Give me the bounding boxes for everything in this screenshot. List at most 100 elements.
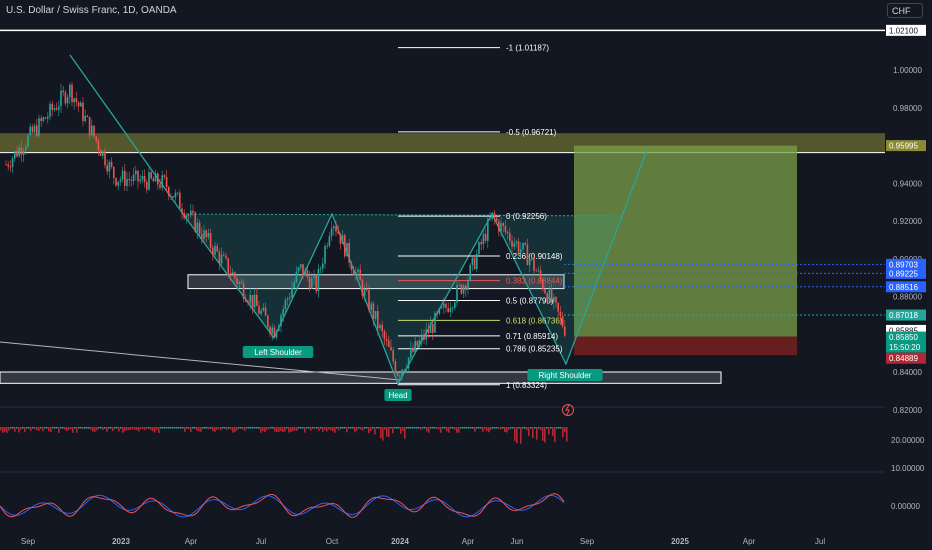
volume-bar-19 xyxy=(38,427,40,431)
volume-bar-235 xyxy=(470,427,472,429)
candle-body-79 xyxy=(179,192,181,209)
volume-bar-74 xyxy=(148,427,150,429)
volume-bar-262 xyxy=(524,427,526,429)
x-tick-label-4: Oct xyxy=(326,537,339,546)
candle-body-129 xyxy=(289,297,291,299)
volume-bar-173 xyxy=(346,427,348,433)
volume-bar-164 xyxy=(328,427,330,430)
fib-level-label-7: 0.71 (0.85914) xyxy=(506,332,558,341)
volume-bar-136 xyxy=(272,427,274,429)
volume-bar-157 xyxy=(314,427,316,430)
candle-body-11 xyxy=(29,126,31,136)
volume-bar-4 xyxy=(8,427,10,431)
candle-body-126 xyxy=(282,309,284,316)
candle-body-253 xyxy=(561,315,564,327)
candle-body-250 xyxy=(555,296,557,303)
candle-body-114 xyxy=(256,294,258,306)
volume-bar-265 xyxy=(530,427,532,429)
price-label-3: 0.89225 xyxy=(889,269,918,278)
candle-body-230 xyxy=(511,240,513,247)
volume-bar-49 xyxy=(98,427,100,429)
candle-body-55 xyxy=(126,178,128,186)
candle-body-115 xyxy=(258,305,260,314)
candle-body-125 xyxy=(280,315,282,327)
candle-body-54 xyxy=(124,170,126,186)
volume-bar-133 xyxy=(266,427,268,430)
volume-bar-135 xyxy=(270,427,272,429)
candle-body-223 xyxy=(495,218,498,221)
stop-zone xyxy=(574,336,797,356)
volume-bar-154 xyxy=(308,427,310,429)
candle-body-166 xyxy=(370,303,372,311)
volume-bar-54 xyxy=(108,427,110,429)
volume-bar-163 xyxy=(326,427,328,432)
candle-body-72 xyxy=(163,175,166,177)
candle-body-163 xyxy=(363,288,366,296)
candle-body-208 xyxy=(462,285,465,294)
candle-body-113 xyxy=(253,294,256,308)
volume-bar-162 xyxy=(324,427,326,430)
candle-body-214 xyxy=(476,253,478,270)
volume-bar-44 xyxy=(88,427,90,429)
candle-body-67 xyxy=(152,178,155,182)
candle-body-196 xyxy=(436,312,438,314)
candle-body-199 xyxy=(443,303,445,308)
volume-bar-142 xyxy=(284,427,286,432)
volume-bar-48 xyxy=(96,427,98,431)
price-chart[interactable]: -1 (1.01187)-0.5 (0.96721)0 (0.92256)0.2… xyxy=(0,0,932,550)
volume-bar-153 xyxy=(306,427,308,429)
fib-level-label-9: 1 (0.83324) xyxy=(506,381,547,390)
candle-body-123 xyxy=(275,330,278,338)
candle-body-50 xyxy=(115,177,117,186)
volume-bar-137 xyxy=(274,427,276,432)
candle-body-160 xyxy=(357,269,359,272)
candle-body-172 xyxy=(383,331,386,339)
candle-body-217 xyxy=(482,233,485,245)
volume-bar-38 xyxy=(76,427,78,433)
candle-body-17 xyxy=(42,117,45,121)
volume-bar-88 xyxy=(176,427,178,429)
volume-bar-266 xyxy=(532,427,534,439)
candle-body-131 xyxy=(293,282,295,289)
candle-body-171 xyxy=(381,324,383,332)
sub-tick-label-0: 20.00000 xyxy=(891,436,925,445)
volume-bar-283 xyxy=(566,427,568,442)
candle-body-180 xyxy=(401,369,403,376)
candle-body-182 xyxy=(405,368,408,370)
candle-body-148 xyxy=(330,228,333,237)
volume-bar-30 xyxy=(60,427,62,429)
candle-body-118 xyxy=(264,307,267,316)
volume-bar-14 xyxy=(28,427,30,429)
volume-bar-268 xyxy=(536,427,538,440)
volume-bar-59 xyxy=(118,427,120,432)
volume-bar-225 xyxy=(450,427,452,429)
volume-bar-113 xyxy=(226,427,228,431)
volume-bar-56 xyxy=(112,427,114,431)
candle-body-65 xyxy=(148,172,150,190)
price-label-7: 0.85850 xyxy=(889,333,918,342)
volume-bar-107 xyxy=(214,427,216,432)
candle-body-23 xyxy=(55,108,58,110)
candle-body-34 xyxy=(80,102,82,107)
volume-bar-207 xyxy=(414,427,416,429)
volume-bar-35 xyxy=(70,427,72,430)
candle-body-32 xyxy=(75,98,78,103)
y-tick-label-6: 0.88000 xyxy=(893,293,922,302)
volume-bar-170 xyxy=(340,427,342,429)
sub-tick-label-1: 10.00000 xyxy=(891,464,925,473)
volume-bar-50 xyxy=(100,427,102,429)
candle-body-85 xyxy=(192,210,194,213)
x-tick-label-2: Apr xyxy=(185,537,198,546)
candle-body-66 xyxy=(150,172,152,179)
volume-bar-32 xyxy=(64,427,66,430)
candle-body-240 xyxy=(533,257,535,271)
volume-bar-86 xyxy=(172,427,174,429)
volume-bar-20 xyxy=(40,427,42,429)
volume-bar-186 xyxy=(372,427,374,429)
volume-bar-67 xyxy=(134,427,136,430)
candle-body-104 xyxy=(234,272,236,279)
candle-body-233 xyxy=(517,241,520,253)
volume-bar-272 xyxy=(544,427,546,443)
candle-body-173 xyxy=(385,338,388,341)
candle-body-41 xyxy=(95,136,97,141)
